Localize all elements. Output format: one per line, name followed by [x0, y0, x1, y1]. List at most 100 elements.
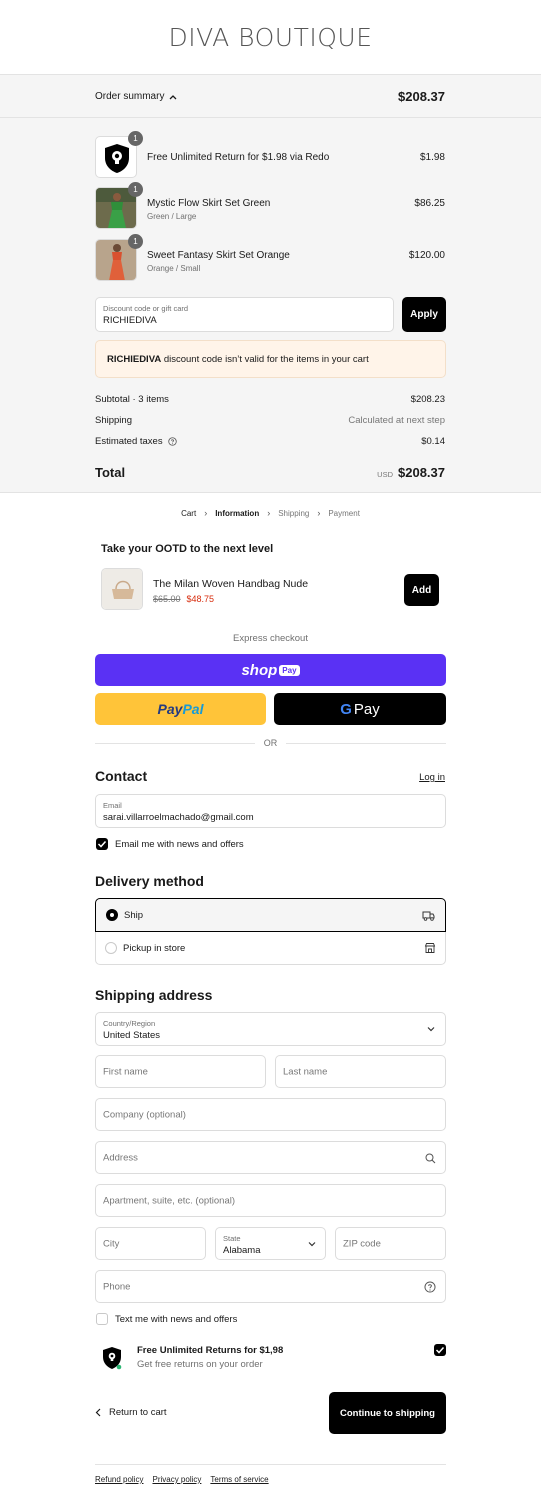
apartment-placeholder: Apartment, suite, etc. (optional): [103, 1195, 236, 1206]
or-divider-left: [95, 743, 255, 744]
taxes-row: Estimated taxes: [95, 436, 177, 447]
taxes-value: $0.14: [421, 436, 445, 447]
item-name: Mystic Flow Skirt Set Green: [147, 198, 271, 209]
radio-selected[interactable]: [106, 909, 118, 921]
last-name-placeholder: Last name: [283, 1066, 328, 1077]
address-placeholder: Address: [103, 1152, 138, 1163]
truck-icon: [422, 911, 435, 921]
help-circle-icon[interactable]: [424, 1281, 436, 1293]
subtotal-label: Subtotal · 3 items: [95, 394, 169, 405]
last-name-field[interactable]: Last name: [275, 1055, 446, 1088]
footer-links: Refund policy Privacy policy Terms of se…: [95, 1475, 278, 1484]
paypal-logo-part1: Pay: [157, 701, 183, 717]
breadcrumb-shipping: Shipping: [278, 508, 310, 518]
email-field[interactable]: Email sarai.villarroelmachado@gmail.com: [95, 794, 446, 828]
address-field[interactable]: Address: [95, 1141, 446, 1174]
item-name: Free Unlimited Return for $1.98 via Redo: [147, 152, 330, 163]
item-variant: Green / Large: [147, 212, 197, 221]
shop-pay-logo: shop: [241, 661, 278, 679]
first-name-placeholder: First name: [103, 1066, 148, 1077]
upsell-add-button[interactable]: Add: [404, 574, 439, 606]
google-pay-button[interactable]: G Pay: [274, 693, 446, 725]
country-select[interactable]: Country/Region United States: [95, 1012, 446, 1046]
quantity-badge: 1: [128, 182, 143, 197]
paypal-button[interactable]: Pay Pal: [95, 693, 266, 725]
email-label: Email: [103, 801, 122, 810]
help-circle-icon[interactable]: [167, 437, 177, 446]
quantity-badge: 1: [128, 234, 143, 249]
sms-newsletter-checkbox[interactable]: [96, 1313, 108, 1325]
breadcrumb-payment: Payment: [328, 508, 360, 518]
delivery-method-heading: Delivery method: [95, 873, 204, 889]
delivery-option-label: Ship: [124, 910, 144, 921]
state-select[interactable]: State Alabama: [215, 1227, 326, 1260]
zip-placeholder: ZIP code: [343, 1238, 381, 1249]
city-field[interactable]: City: [95, 1227, 206, 1260]
item-variant: Orange / Small: [147, 264, 201, 273]
company-field[interactable]: Company (optional): [95, 1098, 446, 1131]
shop-pay-button[interactable]: shop Pay: [95, 654, 446, 686]
total-row: USD $208.37: [377, 465, 445, 480]
google-g-icon: G: [340, 700, 352, 718]
city-placeholder: City: [103, 1238, 120, 1249]
total-value: $208.37: [398, 465, 445, 480]
returns-title: Free Unlimited Returns for $1,98: [137, 1345, 284, 1356]
delivery-option-ship[interactable]: Ship: [95, 898, 446, 932]
chevron-down-icon: [427, 1027, 435, 1032]
terms-of-service-link[interactable]: Terms of service: [210, 1475, 268, 1484]
discount-error-notice: RICHIEDIVA discount code isn’t valid for…: [95, 340, 446, 378]
apply-discount-button[interactable]: Apply: [402, 297, 446, 332]
handbag-photo: [102, 569, 142, 609]
shop-pay-badge: Pay: [279, 664, 300, 676]
subtotal-value: $208.23: [410, 394, 445, 405]
upsell-old-price: $65.00: [153, 594, 181, 604]
returns-checkbox[interactable]: [434, 1344, 446, 1356]
or-label: OR: [263, 738, 278, 748]
email-value: sarai.villarroelmachado@gmail.com: [103, 812, 254, 823]
checkmark-icon: [97, 840, 107, 848]
order-summary-label: Order summary: [95, 91, 165, 102]
delivery-option-pickup[interactable]: Pickup in store: [95, 932, 446, 965]
returns-subtitle: Get free returns on your order: [137, 1359, 263, 1370]
site-header: DIVA BOUTIQUE: [0, 0, 541, 75]
radio-unselected[interactable]: [105, 942, 117, 954]
refund-policy-link[interactable]: Refund policy: [95, 1475, 143, 1484]
discount-code-value: RICHIEDIVA: [103, 315, 157, 326]
email-newsletter-checkbox[interactable]: [96, 838, 108, 850]
shipping-address-heading: Shipping address: [95, 987, 213, 1003]
delivery-option-label: Pickup in store: [123, 943, 186, 954]
item-price: $1.98: [419, 152, 445, 163]
store-logo[interactable]: DIVA BOUTIQUE: [169, 23, 373, 52]
chevron-right-icon: ›: [204, 508, 208, 518]
checkmark-icon: [435, 1346, 445, 1354]
summary-divider: [0, 117, 541, 118]
shield-icon: [103, 1347, 122, 1370]
order-summary-total: $208.37: [398, 89, 445, 104]
order-summary-toggle[interactable]: Order summary: [95, 91, 177, 102]
taxes-label: Estimated taxes: [95, 436, 163, 447]
email-newsletter-label: Email me with news and offers: [115, 839, 244, 850]
return-to-cart-link[interactable]: Return to cart: [95, 1407, 167, 1418]
footer-divider: [95, 1464, 446, 1465]
upsell-thumbnail: [101, 568, 143, 610]
sms-newsletter-label: Text me with news and offers: [115, 1314, 238, 1325]
chevron-down-icon: [308, 1242, 316, 1247]
phone-field[interactable]: Phone: [95, 1270, 446, 1303]
zip-code-field[interactable]: ZIP code: [335, 1227, 446, 1260]
first-name-field[interactable]: First name: [95, 1055, 266, 1088]
discount-code-label: Discount code or gift card: [103, 304, 189, 313]
apartment-field[interactable]: Apartment, suite, etc. (optional): [95, 1184, 446, 1217]
return-to-cart-label: Return to cart: [109, 1407, 167, 1418]
google-pay-label: Pay: [353, 700, 380, 718]
continue-to-shipping-button[interactable]: Continue to shipping: [329, 1392, 446, 1434]
discount-code-field[interactable]: Discount code or gift card RICHIEDIVA: [95, 297, 394, 332]
express-checkout-label: Express checkout: [233, 633, 308, 644]
item-price: $120.00: [408, 250, 445, 261]
log-in-link[interactable]: Log in: [419, 772, 445, 783]
chevron-right-icon: ›: [267, 508, 271, 518]
item-price: $86.25: [414, 198, 445, 209]
chevron-left-icon: [95, 1408, 101, 1417]
breadcrumb-cart[interactable]: Cart: [181, 509, 196, 518]
invalid-code: RICHIEDIVA: [107, 353, 162, 365]
privacy-policy-link[interactable]: Privacy policy: [152, 1475, 201, 1484]
